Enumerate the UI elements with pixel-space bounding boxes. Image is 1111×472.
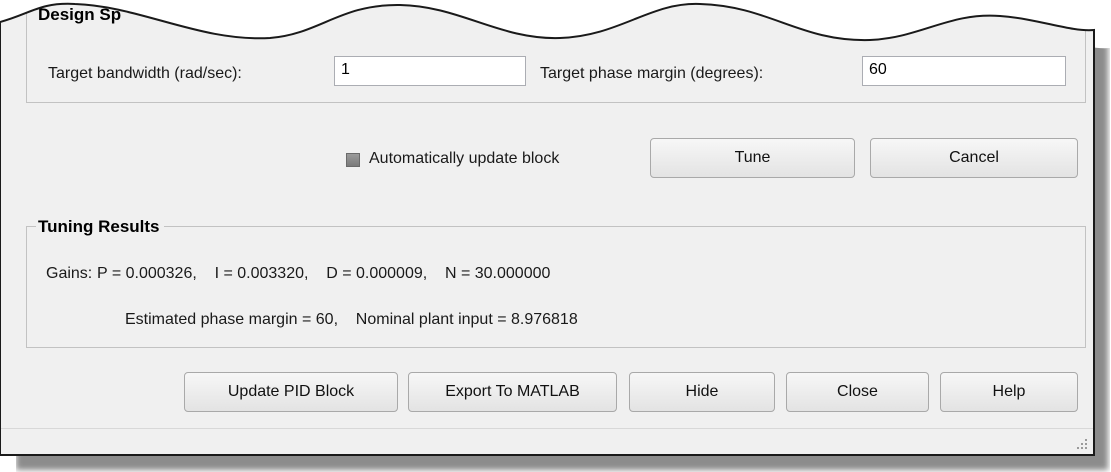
resize-grip-icon[interactable] xyxy=(1076,438,1088,450)
close-button[interactable]: Close xyxy=(786,372,929,412)
gains-values: P = 0.000326, I = 0.003320, D = 0.000009… xyxy=(97,265,551,282)
tuning-results-title: Tuning Results xyxy=(36,217,164,237)
phase-margin-input[interactable]: 60 xyxy=(862,56,1066,86)
auto-update-label: Automatically update block xyxy=(369,150,560,167)
estimate-values: Estimated phase margin = 60, Nominal pla… xyxy=(125,311,578,328)
phase-margin-label: Target phase margin (degrees): xyxy=(540,65,764,82)
auto-update-checkbox[interactable] xyxy=(346,153,360,167)
help-button[interactable]: Help xyxy=(940,372,1078,412)
update-pid-block-button[interactable]: Update PID Block xyxy=(184,372,398,412)
bandwidth-input[interactable]: 1 xyxy=(334,56,526,86)
pid-tuning-dialog: Design Sp Target bandwidth (rad/sec): 1 … xyxy=(0,0,1094,455)
status-bar xyxy=(0,428,1094,456)
design-specs-group xyxy=(26,0,1086,103)
export-to-matlab-button[interactable]: Export To MATLAB xyxy=(408,372,617,412)
hide-button[interactable]: Hide xyxy=(629,372,775,412)
bandwidth-label: Target bandwidth (rad/sec): xyxy=(48,65,242,82)
tuning-results-group xyxy=(26,226,1086,348)
gains-label: Gains: xyxy=(46,265,93,282)
cancel-button[interactable]: Cancel xyxy=(870,138,1078,178)
design-specs-title: Design Sp xyxy=(36,5,125,25)
tune-button[interactable]: Tune xyxy=(650,138,855,178)
